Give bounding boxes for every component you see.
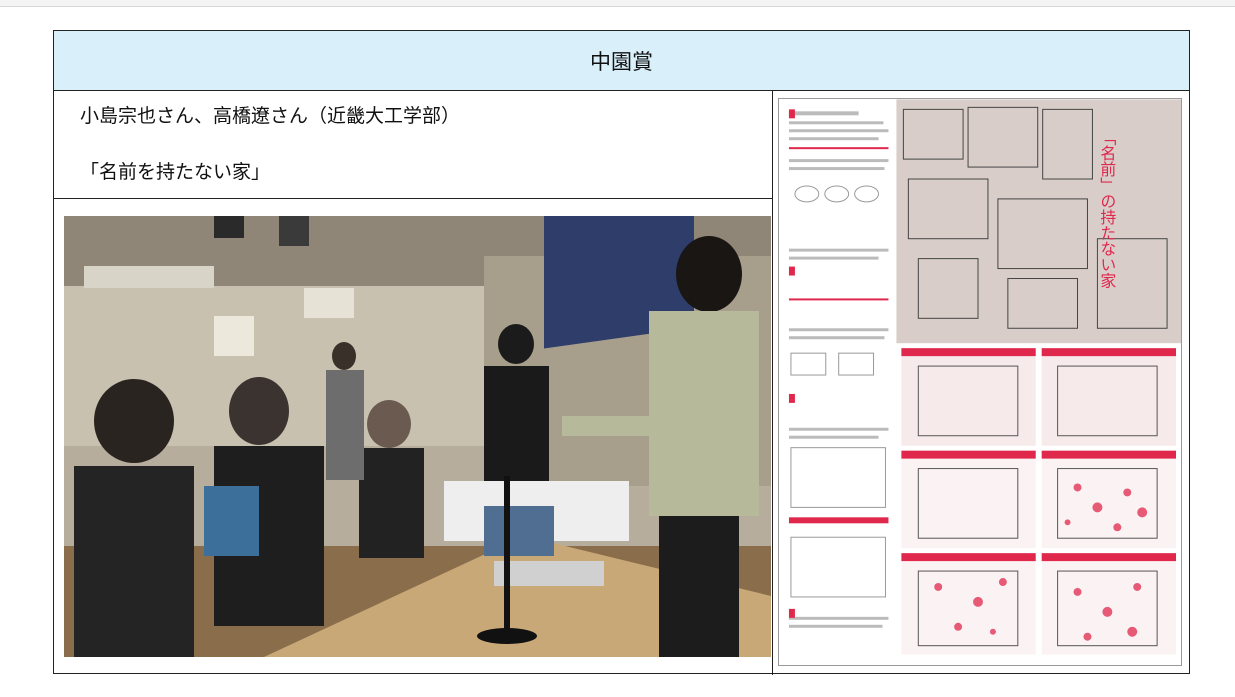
board-cell: 「名前」の持たない家 [773, 91, 1189, 673]
photo-cell [54, 199, 773, 675]
work-title: 「名前を持たない家」 [80, 161, 271, 183]
info-cell: 小島宗也さん、高橋遼さん（近畿大工学部） 「名前を持たない家」 [54, 91, 773, 199]
presentation-board-image: 「名前」の持たない家 [778, 98, 1182, 666]
board-title: 「名前」の持たない家 [1098, 129, 1117, 288]
top-divider [0, 0, 1235, 7]
authors-text: 小島宗也さん、高橋遼さん（近畿大工学部） [80, 105, 461, 127]
award-header: 中園賞 [54, 31, 1189, 91]
award-name: 中園賞 [590, 49, 653, 74]
award-table: 中園賞 小島宗也さん、高橋遼さん（近畿大工学部） 「名前を持たない家」 「名前」… [53, 30, 1190, 675]
presentation-photo [64, 216, 771, 657]
